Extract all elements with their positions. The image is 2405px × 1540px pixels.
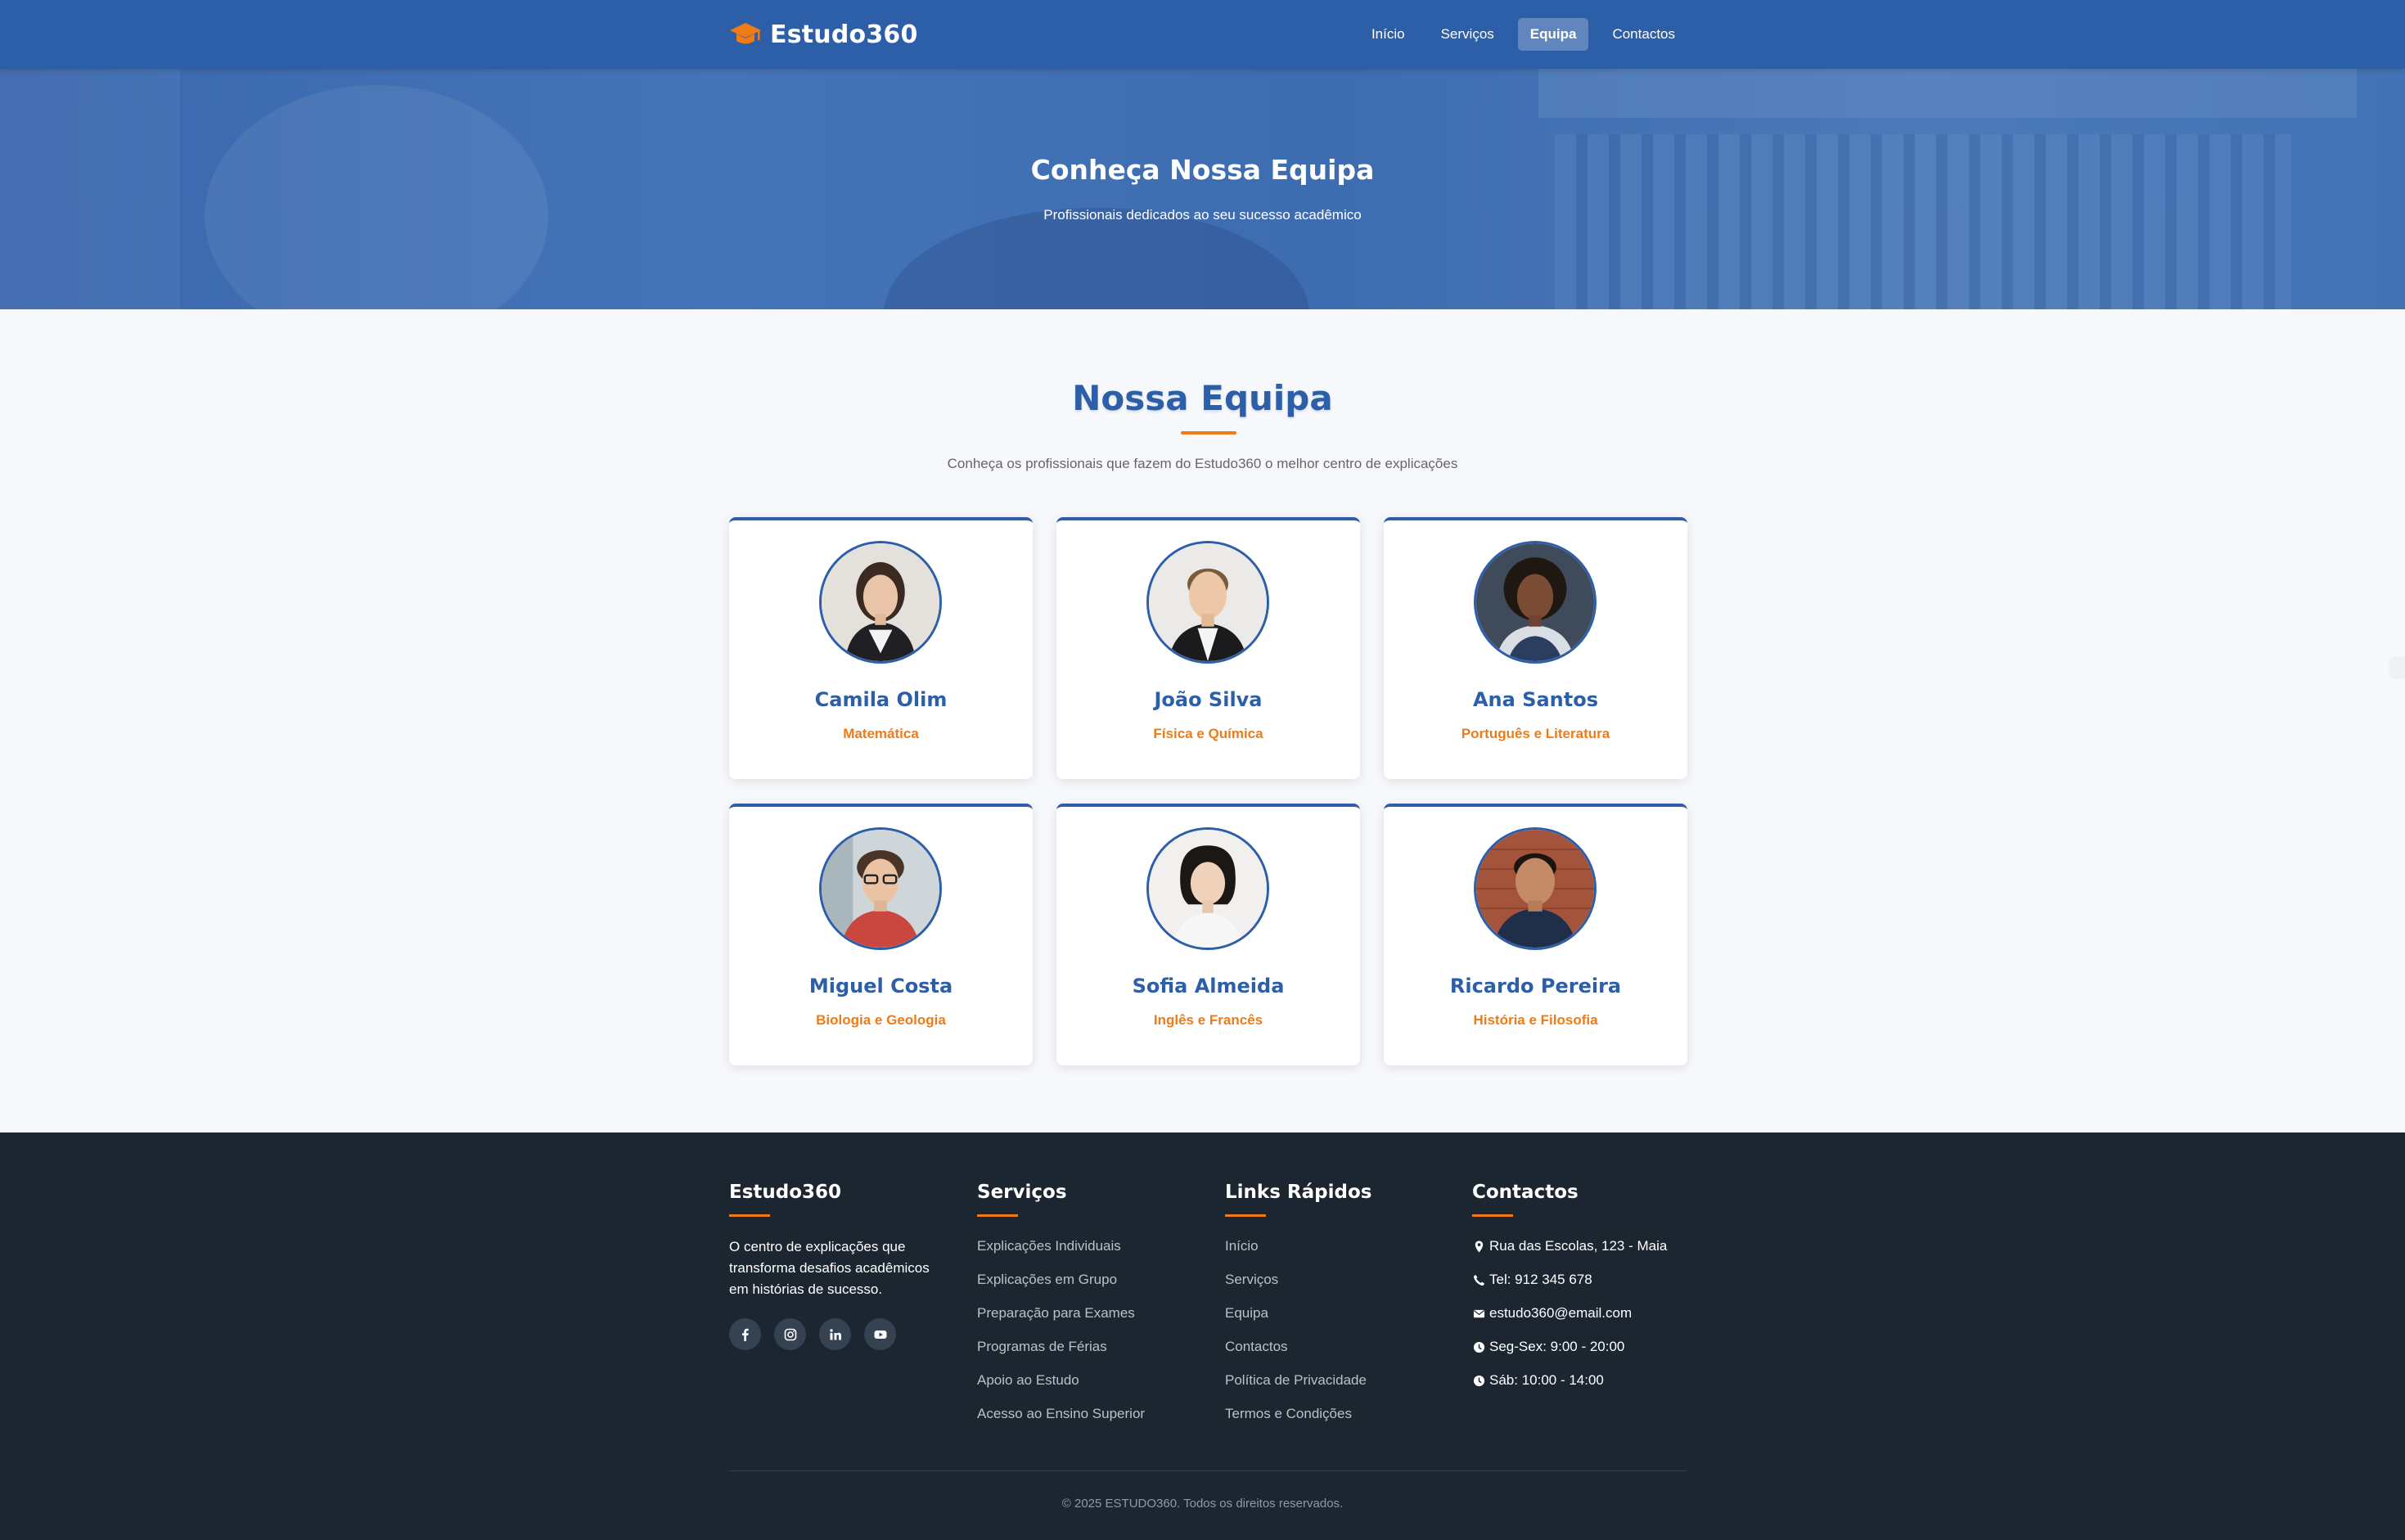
contact-text: estudo360@email.com xyxy=(1489,1305,1633,1321)
team-card: Sofia Almeida Inglês e Francês xyxy=(1056,804,1360,1065)
footer-contacts-title: Contactos xyxy=(1472,1182,1579,1203)
team-section-title: Nossa Equipa xyxy=(1072,378,1333,418)
footer-quick-link[interactable]: Contactos xyxy=(1225,1336,1371,1370)
member-subject: Física e Química xyxy=(1153,726,1263,741)
footer-quick-link[interactable]: Serviços xyxy=(1225,1269,1371,1303)
linkedin-icon xyxy=(829,1328,841,1340)
footer-service-link[interactable]: Apoio ao Estudo xyxy=(977,1370,1145,1403)
footer-about-text: O centro de explicações que transforma d… xyxy=(729,1239,930,1297)
contact-text: Tel: 912 345 678 xyxy=(1489,1272,1592,1287)
contact-hours-saturday: Sáb: 10:00 - 14:00 xyxy=(1472,1370,1667,1403)
member-name: Ricardo Pereira xyxy=(1449,975,1622,997)
contact-text: Rua das Escolas, 123 - Maia xyxy=(1489,1238,1668,1254)
main-menu: Início Serviços Equipa Contactos xyxy=(1359,18,1687,51)
footer-quick-link[interactable]: Política de Privacidade xyxy=(1225,1370,1371,1403)
youtube-icon xyxy=(874,1330,886,1339)
top-navbar: Estudo360 Início Serviços Equipa Contact… xyxy=(0,0,2405,69)
footer-service-link[interactable]: Acesso ao Ensino Superior xyxy=(977,1403,1145,1437)
footer-services: Serviços Explicações Individuais Explica… xyxy=(977,1182,1145,1437)
member-subject: Inglês e Francês xyxy=(1153,1012,1263,1028)
contact-email[interactable]: estudo360@email.com xyxy=(1472,1303,1667,1336)
contact-text: Seg-Sex: 9:00 - 20:00 xyxy=(1489,1339,1625,1354)
footer-service-link[interactable]: Explicações Individuais xyxy=(977,1236,1145,1269)
map-pin-icon xyxy=(1472,1236,1485,1257)
social-links xyxy=(729,1318,942,1350)
footer-service-link[interactable]: Programas de Férias xyxy=(977,1336,1145,1370)
team-card: Ricardo Pereira História e Filosofia xyxy=(1384,804,1687,1065)
footer-quick-link[interactable]: Início xyxy=(1225,1236,1371,1269)
member-name: Ana Santos xyxy=(1472,688,1599,711)
hero-title: Conheça Nossa Equipa xyxy=(1030,154,1375,186)
team-card: João Silva Física e Química xyxy=(1056,517,1360,779)
team-card: Ana Santos Português e Literatura xyxy=(1384,517,1687,779)
team-section-subtitle: Conheça os profissionais que fazem do Es… xyxy=(947,456,1458,471)
phone-icon xyxy=(1472,1269,1485,1290)
avatar-photo xyxy=(1474,827,1597,950)
nav-link-servicos[interactable]: Serviços xyxy=(1429,18,1507,51)
contact-phone[interactable]: Tel: 912 345 678 xyxy=(1472,1269,1667,1303)
contact-text: Sáb: 10:00 - 14:00 xyxy=(1489,1372,1604,1388)
hero-subtitle: Profissionais dedicados ao seu sucesso a… xyxy=(1043,207,1362,223)
footer-service-link[interactable]: Explicações em Grupo xyxy=(977,1269,1145,1303)
navbar-inner: Estudo360 Início Serviços Equipa Contact… xyxy=(729,0,1687,69)
footer-title-underline xyxy=(729,1214,770,1217)
nav-link-contactos[interactable]: Contactos xyxy=(1600,18,1687,51)
hero-bg-shape xyxy=(0,69,180,309)
footer-title-underline xyxy=(977,1214,1018,1217)
youtube-link[interactable] xyxy=(864,1318,896,1350)
member-name: João Silva xyxy=(1154,688,1263,711)
facebook-icon xyxy=(741,1328,749,1341)
quick-links-list: Início Serviços Equipa Contactos Polític… xyxy=(1225,1236,1371,1437)
team-card: Miguel Costa Biologia e Geologia xyxy=(729,804,1033,1065)
footer-about: Estudo360 O centro de explicações que tr… xyxy=(729,1182,942,1350)
footer-about-title: Estudo360 xyxy=(729,1182,842,1203)
member-subject: Biologia e Geologia xyxy=(816,1012,946,1028)
services-list: Explicações Individuais Explicações em G… xyxy=(977,1236,1145,1437)
footer-service-link[interactable]: Preparação para Exames xyxy=(977,1303,1145,1336)
envelope-icon xyxy=(1472,1303,1485,1324)
footer-quick-link[interactable]: Equipa xyxy=(1225,1303,1371,1336)
footer-divider xyxy=(729,1470,1687,1471)
member-subject: Português e Literatura xyxy=(1461,726,1610,741)
hero-bg-shape xyxy=(205,85,548,309)
avatar-photo xyxy=(1146,827,1269,950)
contact-hours-weekdays: Seg-Sex: 9:00 - 20:00 xyxy=(1472,1336,1667,1370)
footer-quick-link[interactable]: Termos e Condições xyxy=(1225,1403,1371,1437)
avatar-photo xyxy=(819,827,942,950)
member-subject: História e Filosofia xyxy=(1473,1012,1598,1028)
nav-link-equipa[interactable]: Equipa xyxy=(1517,18,1589,51)
contacts-list: Rua das Escolas, 123 - Maia Tel: 912 345… xyxy=(1472,1236,1667,1403)
member-subject: Matemática xyxy=(843,726,919,741)
avatar-photo xyxy=(819,541,942,664)
instagram-link[interactable] xyxy=(774,1318,806,1350)
avatar-photo xyxy=(1474,541,1597,664)
footer-services-title: Serviços xyxy=(977,1182,1067,1203)
linkedin-link[interactable] xyxy=(819,1318,851,1350)
graduation-cap-icon xyxy=(730,23,761,44)
footer-contacts: Contactos Rua das Escolas, 123 - Maia Te… xyxy=(1472,1182,1667,1403)
instagram-icon xyxy=(784,1328,796,1340)
side-widget-tab[interactable] xyxy=(2390,658,2405,678)
footer-title-underline xyxy=(1472,1214,1513,1217)
hero-banner: Conheça Nossa Equipa Profissionais dedic… xyxy=(0,69,2405,309)
member-name: Sofia Almeida xyxy=(1132,975,1285,997)
brand-name: Estudo360 xyxy=(770,20,918,49)
hero-bg-shape xyxy=(1538,69,2357,118)
facebook-link[interactable] xyxy=(729,1318,761,1350)
member-name: Miguel Costa xyxy=(808,975,953,997)
footer-links-title: Links Rápidos xyxy=(1225,1182,1372,1203)
title-underline xyxy=(1181,431,1236,435)
avatar-photo xyxy=(1146,541,1269,664)
team-card: Camila Olim Matemática xyxy=(729,517,1033,779)
contact-address: Rua das Escolas, 123 - Maia xyxy=(1472,1236,1667,1269)
clock-icon xyxy=(1472,1370,1485,1391)
copyright-text: © 2025 ESTUDO360. Todos os direitos rese… xyxy=(1061,1497,1344,1511)
site-footer: Estudo360 O centro de explicações que tr… xyxy=(0,1132,2405,1540)
member-name: Camila Olim xyxy=(814,688,948,711)
nav-link-inicio[interactable]: Início xyxy=(1359,18,1417,51)
clock-icon xyxy=(1472,1336,1485,1358)
brand-link[interactable]: Estudo360 xyxy=(729,20,918,49)
footer-title-underline xyxy=(1225,1214,1266,1217)
footer-quick-links: Links Rápidos Início Serviços Equipa Con… xyxy=(1225,1182,1371,1437)
